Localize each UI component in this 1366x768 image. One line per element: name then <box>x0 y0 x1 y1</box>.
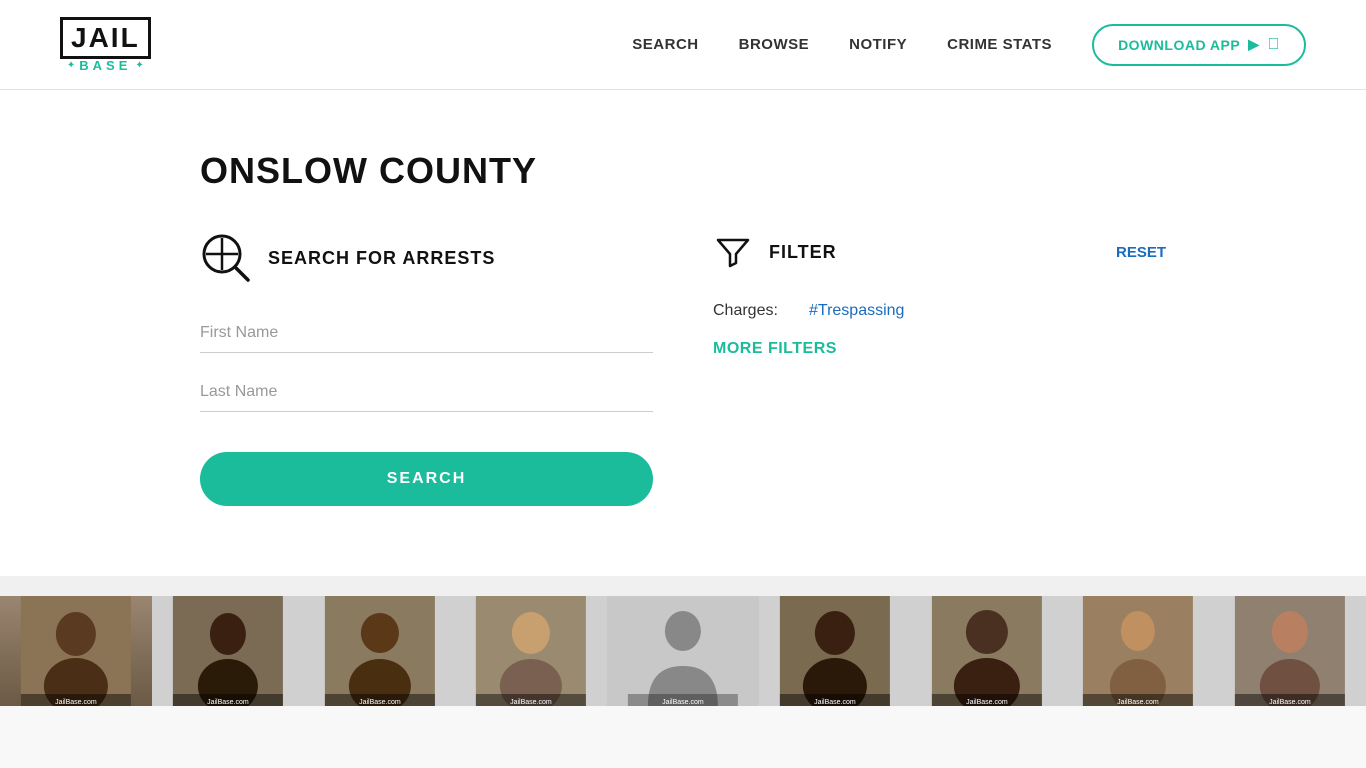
logo-star-left: ✦ <box>67 61 75 71</box>
mugshot-item[interactable]: JailBase.com <box>1214 596 1366 706</box>
apple-icon:  <box>1268 36 1281 54</box>
svg-text:JailBase.com: JailBase.com <box>1269 699 1311 706</box>
first-name-input[interactable] <box>200 314 653 353</box>
svg-text:JailBase.com: JailBase.com <box>359 699 401 706</box>
filter-section: FILTER RESET Charges: #Trespassing MORE … <box>713 232 1166 506</box>
play-icon: ▶ <box>1248 36 1259 53</box>
search-section-header: SEARCH FOR ARRESTS <box>200 232 653 284</box>
filter-header: FILTER RESET <box>713 232 1166 272</box>
mugshot-item[interactable]: JailBase.com <box>911 596 1063 706</box>
logo[interactable]: JAIL ✦ BASE ✦ <box>60 17 151 72</box>
more-filters-link[interactable]: MORE FILTERS <box>713 340 1166 358</box>
reset-button[interactable]: RESET <box>1116 244 1166 261</box>
mugshot-item[interactable]: JailBase.com <box>304 596 456 706</box>
nav-crime-stats[interactable]: CRIME STATS <box>947 36 1052 53</box>
last-name-input[interactable] <box>200 373 653 412</box>
search-section-title: SEARCH FOR ARRESTS <box>268 248 495 269</box>
svg-text:JailBase.com: JailBase.com <box>510 699 552 706</box>
charges-label: Charges: <box>713 302 793 320</box>
svg-text:JailBase.com: JailBase.com <box>207 699 249 706</box>
svg-text:JailBase.com: JailBase.com <box>814 699 856 706</box>
main-content: ONSLOW COUNTY SEARCH FOR ARRESTS SEARCH <box>0 90 1366 576</box>
charges-tag[interactable]: #Trespassing <box>809 302 904 320</box>
logo-jail-text: JAIL <box>71 24 140 52</box>
svg-text:JailBase.com: JailBase.com <box>1118 699 1160 706</box>
mugshot-item[interactable]: JailBase.com <box>607 596 759 706</box>
nav-browse[interactable]: BROWSE <box>739 36 810 53</box>
mugshot-item[interactable]: JailBase.com <box>152 596 304 706</box>
site-header: JAIL ✦ BASE ✦ SEARCH BROWSE NOTIFY CRIME… <box>0 0 1366 90</box>
mugshot-item[interactable]: JailBase.com <box>0 596 152 706</box>
main-nav: SEARCH BROWSE NOTIFY CRIME STATS DOWNLOA… <box>632 24 1306 66</box>
svg-text:JailBase.com: JailBase.com <box>662 699 704 706</box>
search-filter-row: SEARCH FOR ARRESTS SEARCH FILTER RESET C… <box>200 232 1166 506</box>
mugshot-item[interactable]: JailBase.com <box>759 596 911 706</box>
svg-text:JailBase.com: JailBase.com <box>55 699 97 706</box>
page-title: ONSLOW COUNTY <box>200 150 1166 192</box>
mugshot-item[interactable]: JailBase.com <box>1062 596 1214 706</box>
logo-base-text: BASE <box>79 59 131 72</box>
nav-search[interactable]: SEARCH <box>632 36 698 53</box>
mugshots-section: JailBase.com JailBase.com <box>0 576 1366 706</box>
nav-notify[interactable]: NOTIFY <box>849 36 907 53</box>
download-app-button[interactable]: DOWNLOAD APP ▶  <box>1092 24 1306 66</box>
logo-star-right: ✦ <box>135 61 143 71</box>
svg-text:JailBase.com: JailBase.com <box>966 699 1008 706</box>
search-arrests-icon <box>200 232 252 284</box>
mugshots-row: JailBase.com JailBase.com <box>0 596 1366 706</box>
mugshot-item[interactable]: JailBase.com <box>455 596 607 706</box>
search-section: SEARCH FOR ARRESTS SEARCH <box>200 232 653 506</box>
download-app-label: DOWNLOAD APP <box>1118 37 1240 53</box>
filter-charges-row: Charges: #Trespassing <box>713 302 1166 320</box>
search-button[interactable]: SEARCH <box>200 452 653 506</box>
filter-funnel-icon <box>713 232 753 272</box>
filter-header-left: FILTER <box>713 232 837 272</box>
filter-title: FILTER <box>769 242 837 263</box>
